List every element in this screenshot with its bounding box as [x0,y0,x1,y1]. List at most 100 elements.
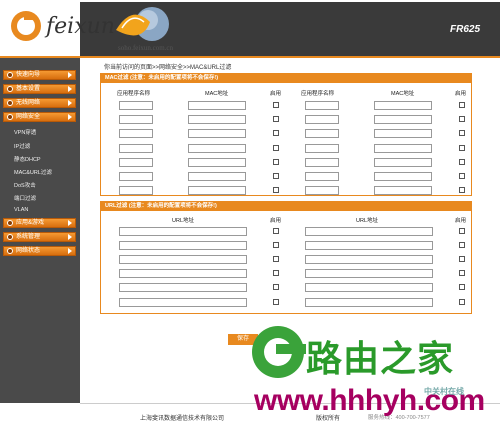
mac-address-input-2[interactable] [374,115,432,124]
mac-app-name-input-2[interactable] [305,158,339,167]
mac-address-input[interactable] [188,115,246,124]
mac-address-input[interactable] [188,158,246,167]
sidebar-sub-vpn[interactable]: VPN穿透 [14,128,36,136]
mac-enable-checkbox-2[interactable] [459,116,465,122]
mac-address-input-2[interactable] [374,172,432,181]
sidebar-item-quick-wizard[interactable]: 快速向导 [3,70,76,80]
url-header-enable-2: 启用 [455,218,467,224]
mac-enable-checkbox-2[interactable] [459,187,465,193]
mac-enable-checkbox[interactable] [273,116,279,122]
sidebar-item-status[interactable]: 网络状态 [3,246,76,256]
mac-enable-checkbox-2[interactable] [459,145,465,151]
url-input-2[interactable] [305,255,433,264]
url-input-2[interactable] [305,283,433,292]
mac-header-mac: MAC地址 [205,91,229,97]
site-url: soho.feixun.com.cn [118,44,174,52]
url-enable-checkbox[interactable] [273,270,279,276]
url-enable-checkbox-2[interactable] [459,256,465,262]
mac-app-name-input[interactable] [119,158,153,167]
sidebar-item-basic-settings[interactable]: 基本设置 [3,84,76,94]
mac-enable-checkbox-2[interactable] [459,130,465,136]
arrow-right-icon [68,86,72,92]
bullet-icon [7,234,13,240]
logo-icon [11,11,41,41]
bullet-icon [7,72,13,78]
mac-enable-checkbox[interactable] [273,130,279,136]
arrow-right-icon [68,234,72,240]
mac-address-input-2[interactable] [374,144,432,153]
mac-app-name-input[interactable] [119,144,153,153]
sidebar-item-wireless[interactable]: 无线网络 [3,98,76,108]
mac-header-enable: 启用 [270,91,282,97]
mac-enable-checkbox-2[interactable] [459,102,465,108]
sidebar-sub-vlan[interactable]: VLAN [14,207,28,213]
watermark-small: 中关村在线 [424,387,464,396]
mac-header-app-name: 应用程序名称 [117,91,151,97]
mac-address-input[interactable] [188,129,246,138]
mac-app-name-input-2[interactable] [305,186,339,195]
mac-address-input[interactable] [188,101,246,110]
mac-app-name-input[interactable] [119,101,153,110]
mac-app-name-input-2[interactable] [305,172,339,181]
sidebar-item-network-security[interactable]: 网络安全 [3,112,76,122]
mac-app-name-input-2[interactable] [305,144,339,153]
mac-enable-checkbox[interactable] [273,187,279,193]
url-input-2[interactable] [305,269,433,278]
url-input[interactable] [119,241,247,250]
url-input[interactable] [119,269,247,278]
sidebar-item-system[interactable]: 系统管理 [3,232,76,242]
mac-address-input[interactable] [188,172,246,181]
sidebar-sub-port-filter[interactable]: 端口过滤 [14,194,36,202]
url-enable-checkbox-2[interactable] [459,242,465,248]
url-header-url-2: URL地址 [356,218,379,224]
url-input[interactable] [119,255,247,264]
url-input-2[interactable] [305,227,433,236]
mac-app-name-input[interactable] [119,115,153,124]
mac-address-input-2[interactable] [374,158,432,167]
watermark-logo-icon [252,326,306,378]
url-input-2[interactable] [305,298,433,307]
url-input[interactable] [119,283,247,292]
mac-app-name-input-2[interactable] [305,101,339,110]
mac-address-input-2[interactable] [374,186,432,195]
mac-app-name-input-2[interactable] [305,115,339,124]
sidebar-sub-dos[interactable]: DoS攻击 [14,181,36,189]
mac-app-name-input[interactable] [119,172,153,181]
url-enable-checkbox[interactable] [273,284,279,290]
sidebar: 快速向导 基本设置 无线网络 网络安全 VPN穿透 IP过滤 静态DHCP MA… [0,58,80,403]
mac-enable-checkbox[interactable] [273,102,279,108]
url-input[interactable] [119,227,247,236]
url-enable-checkbox-2[interactable] [459,299,465,305]
mac-app-name-input[interactable] [119,186,153,195]
sidebar-sub-ip-filter[interactable]: IP过滤 [14,142,30,150]
url-enable-checkbox[interactable] [273,256,279,262]
url-enable-checkbox-2[interactable] [459,284,465,290]
sidebar-item-apps-games[interactable]: 应用&游戏 [3,218,76,228]
url-header-enable: 启用 [270,218,282,224]
url-input[interactable] [119,298,247,307]
header: feixun soho.feixun.com.cn FR625 [0,0,500,56]
sidebar-sub-static-dhcp[interactable]: 静态DHCP [14,155,41,163]
mac-enable-checkbox-2[interactable] [459,159,465,165]
mac-enable-checkbox-2[interactable] [459,173,465,179]
footer-company: 上海斐讯数据通信技术有限公司 [140,416,225,422]
mac-address-input-2[interactable] [374,101,432,110]
bullet-icon [7,248,13,254]
mac-enable-checkbox[interactable] [273,159,279,165]
mac-app-name-input-2[interactable] [305,129,339,138]
url-enable-checkbox[interactable] [273,299,279,305]
sidebar-sub-mac-url-filter[interactable]: MAC&URL过滤 [14,168,52,176]
mac-app-name-input[interactable] [119,129,153,138]
url-enable-checkbox[interactable] [273,228,279,234]
arrow-right-icon [68,114,72,120]
mac-address-input-2[interactable] [374,129,432,138]
url-enable-checkbox[interactable] [273,242,279,248]
mac-address-input[interactable] [188,144,246,153]
url-enable-checkbox-2[interactable] [459,270,465,276]
mac-header-mac-2: MAC地址 [391,91,415,97]
mac-address-input[interactable] [188,186,246,195]
mac-enable-checkbox[interactable] [273,173,279,179]
url-input-2[interactable] [305,241,433,250]
mac-enable-checkbox[interactable] [273,145,279,151]
url-enable-checkbox-2[interactable] [459,228,465,234]
